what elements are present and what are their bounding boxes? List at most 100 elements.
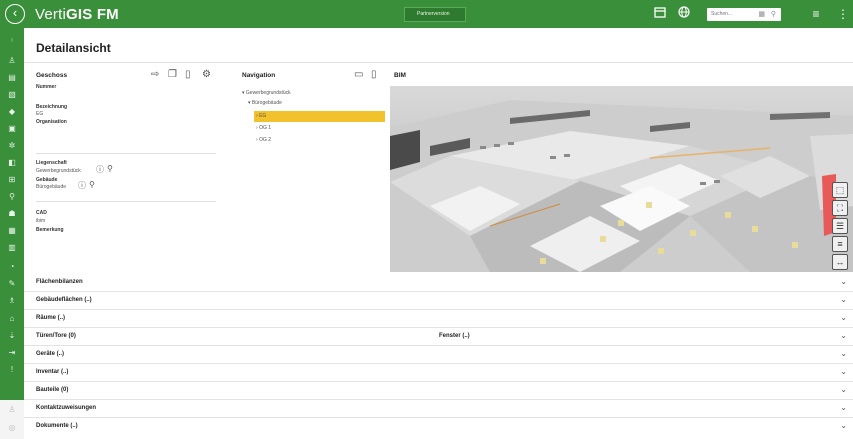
tree-label: Bürogebäude <box>251 100 282 106</box>
chevron-down-icon[interactable]: ⌄ <box>840 349 847 358</box>
document-search-icon[interactable]: ▯ <box>371 69 377 80</box>
door-icon[interactable]: ◧ <box>0 155 24 171</box>
accordion-label: Dokumente (..) <box>36 423 78 429</box>
pin-icon[interactable]: ⚲ <box>0 189 24 205</box>
accordion-label-fenster[interactable]: Fenster (..) <box>439 333 470 339</box>
tools-icon[interactable]: ✎ <box>0 276 24 292</box>
chevron-down-icon[interactable]: ⌄ <box>840 295 847 304</box>
liegenschaft-value[interactable]: Gewerbegrundstück <box>36 168 81 174</box>
cad-label: CAD <box>36 210 47 216</box>
export-icon[interactable]: ⇥ <box>0 345 24 361</box>
map-icon[interactable]: ◆ <box>0 104 24 120</box>
layers-icon[interactable]: ▣ <box>0 121 24 137</box>
download-icon[interactable]: ⇣ <box>0 328 24 344</box>
grid-icon[interactable]: ▦ <box>0 223 24 239</box>
accordion-flaechenbilanzen[interactable]: Flächenbilanzen ⌄ <box>24 274 853 292</box>
building-icon[interactable]: ▤ <box>0 70 24 86</box>
liegenschaft-label: Liegenschaft <box>36 160 67 166</box>
bim-title: BIM <box>394 72 406 79</box>
accordion-label: Gebäudeflächen (..) <box>36 297 92 303</box>
export-icon[interactable]: ⇨ <box>151 69 159 80</box>
gear-icon[interactable]: ✲ <box>0 138 24 154</box>
chevron-down-icon[interactable]: ⌄ <box>840 367 847 376</box>
list-icon[interactable]: ☰ <box>832 218 848 234</box>
left-sidebar: › ♙ ▤ ▧ ◆ ▣ ✲ ◧ ⊞ ⚲ ☗ ▦ ▥ ◔ ✎ ♗ ⌂ ⇣ ⇥ ! … <box>0 28 24 439</box>
tree-item-og1[interactable]: › OG 1 <box>256 125 271 131</box>
accordion-geraete[interactable]: Geräte (..) ⌄ <box>24 346 853 364</box>
logo-prefix: Verti <box>35 5 67 23</box>
page-title: Detailansicht <box>36 41 111 55</box>
folder-icon[interactable]: ▭ <box>354 69 363 80</box>
bezeichnung-label: Bezeichnung <box>36 104 68 110</box>
info-icon[interactable]: ⓘ <box>96 164 104 175</box>
cad-divider <box>36 201 216 202</box>
chevron-down-icon[interactable]: ⌄ <box>840 403 847 412</box>
bezeichnung-value: EG <box>36 111 44 117</box>
chevron-down-icon[interactable]: ⌄ <box>840 277 847 286</box>
calendar-icon[interactable] <box>652 6 668 22</box>
settings-icon[interactable]: ◎ <box>0 420 24 436</box>
tree-item-buerogebaeude[interactable]: ▾ Bürogebäude <box>248 100 282 106</box>
tree-label: EG <box>259 113 267 119</box>
filter-icon[interactable]: ≡ <box>808 6 824 22</box>
gebaeude-label: Gebäude <box>36 177 58 183</box>
info-icon[interactable]: ⓘ <box>78 180 86 191</box>
tree-item-gewerbegrundstueck[interactable]: ▾ Gewerbegrundstück <box>242 90 291 96</box>
calendar-side-icon[interactable]: ▥ <box>0 240 24 256</box>
accordion-raeume[interactable]: Räume (..) ⌄ <box>24 310 853 328</box>
geschoss-title: Geschoss <box>36 72 68 79</box>
tree-label: OG 2 <box>259 137 272 143</box>
user-icon[interactable]: ♙ <box>0 402 24 418</box>
app-logo: VertiGIS FM <box>35 6 119 23</box>
kebab-menu-icon[interactable]: ⋮ <box>835 6 851 22</box>
user-group-icon[interactable]: ♗ <box>0 293 24 309</box>
search-input[interactable]: Suchen... ▦ ⚲ <box>707 8 781 21</box>
accordion-label: Räume (..) <box>36 315 66 321</box>
search-icon[interactable]: ⚲ <box>89 180 95 189</box>
accordion-kontaktzuweisungen[interactable]: Kontaktzuweisungen ⌄ <box>24 400 853 418</box>
accordion-tueren-tore[interactable]: Türen/Tore (0) Fenster (..) ⌄ <box>24 328 853 346</box>
copy-icon[interactable]: ❐ <box>168 69 177 80</box>
top-bar: ‹ VertiGIS FM Partnerversion Suchen... ▦… <box>0 0 853 28</box>
accordion-dokumente[interactable]: Dokumente (..) ⌄ <box>24 418 853 439</box>
gebaeude-value[interactable]: Bürogebäude <box>36 184 66 190</box>
back-arrow-icon[interactable]: ‹ <box>5 4 25 24</box>
search-icon[interactable]: ⚲ <box>107 164 113 173</box>
search-icon[interactable]: ▦ ⚲ <box>758 8 778 21</box>
bemerkung-label: Bemerkung <box>36 227 64 233</box>
chart-icon[interactable]: ◔ <box>0 259 24 275</box>
chevron-down-icon[interactable]: ⌄ <box>840 385 847 394</box>
globe-icon[interactable] <box>676 6 692 22</box>
accordion-label: Bauteile (0) <box>36 387 69 393</box>
home-icon[interactable]: ⌂ <box>0 311 24 327</box>
tree-label: OG 1 <box>259 125 272 131</box>
accordion-inventar[interactable]: Inventar (..) ⌄ <box>24 364 853 382</box>
bim-3d-view[interactable]: ⬚ ⛶ ☰ ≡ ↔ <box>390 86 853 272</box>
bim-toolbar: ⬚ ⛶ ☰ ≡ ↔ <box>832 182 848 272</box>
sidebar-footer: ♙ ◎ <box>0 400 24 439</box>
measure-icon[interactable]: ↔ <box>832 254 848 270</box>
floor-icon[interactable]: ▧ <box>0 87 24 103</box>
chevron-down-icon[interactable]: ⌄ <box>840 313 847 322</box>
collapse-icon[interactable]: › <box>0 32 24 48</box>
tree-item-eg[interactable]: › EG <box>256 113 266 119</box>
document-icon[interactable]: ▯ <box>185 69 191 80</box>
seat-icon[interactable]: ⊞ <box>0 172 24 188</box>
chevron-down-icon[interactable]: ⌄ <box>840 421 847 430</box>
tree-item-og2[interactable]: › OG 2 <box>256 137 271 143</box>
fit-view-icon[interactable]: ⛶ <box>832 200 848 216</box>
gear-icon[interactable]: ⚙ <box>202 69 211 80</box>
chevron-down-icon[interactable]: ⌄ <box>840 331 847 340</box>
menu-icon[interactable]: ≡ <box>832 236 848 252</box>
person-icon[interactable]: ♙ <box>0 53 24 69</box>
search-placeholder: Suchen... <box>711 11 733 17</box>
people-icon[interactable]: ☗ <box>0 206 24 222</box>
accordion-bauteile[interactable]: Bauteile (0) ⌄ <box>24 382 853 400</box>
accordion-gebaeudeflaechen[interactable]: Gebäudeflächen (..) ⌄ <box>24 292 853 310</box>
accordion-label: Flächenbilanzen <box>36 279 83 285</box>
partner-version-button[interactable]: Partnerversion <box>404 7 466 22</box>
tree-label: Gewerbegrundstück <box>245 90 291 96</box>
select-tool-icon[interactable]: ⬚ <box>832 182 848 198</box>
info-icon[interactable]: ! <box>0 362 24 378</box>
nummer-label: Nummer <box>36 84 57 90</box>
